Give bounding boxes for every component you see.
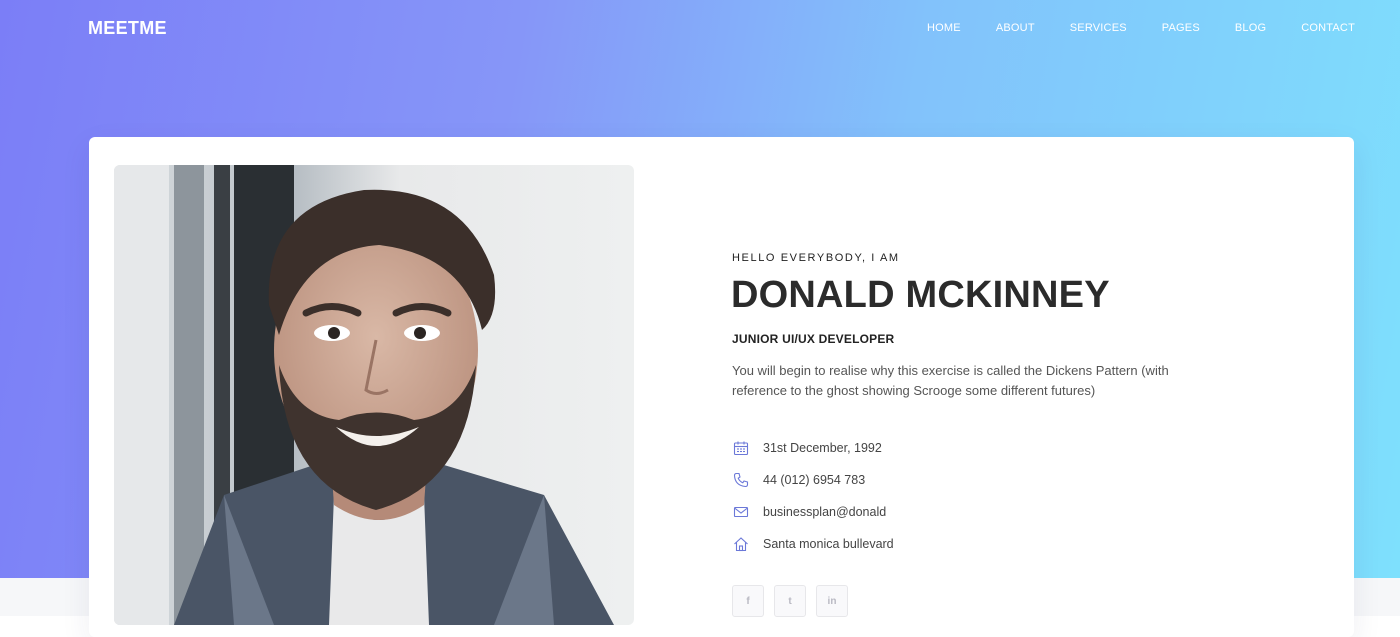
calendar-icon [732,439,750,457]
profile-description: You will begin to realise why this exerc… [732,363,1169,398]
birthday-text: 31st December, 1992 [763,441,882,455]
main-nav: HOME ABOUT SERVICES PAGES BLOG CONTACT [892,22,1355,34]
greeting-text: HELLO EVERYBODY, I AM [732,252,900,264]
email-text: businessplan@donald [763,505,887,519]
info-phone: 44 (012) 6954 783 [732,464,894,496]
profile-role: JUNIOR UI/UX DEVELOPER [732,332,895,346]
profile-photo [114,165,634,625]
info-birthday: 31st December, 1992 [732,432,894,464]
nav-home[interactable]: HOME [927,22,961,34]
phone-text: 44 (012) 6954 783 [763,473,866,487]
info-email: businessplan@donald [732,496,894,528]
info-list: 31st December, 1992 44 (012) 6954 783 bu… [732,432,894,560]
nav-pages[interactable]: PAGES [1162,22,1200,34]
linkedin-icon[interactable]: in [816,585,848,617]
nav-contact[interactable]: CONTACT [1301,22,1355,34]
site-logo[interactable]: MEETME [88,18,167,39]
address-text: Santa monica bullevard [763,537,894,551]
facebook-icon[interactable]: f [732,585,764,617]
phone-icon [732,471,750,489]
info-address: Santa monica bullevard [732,528,894,560]
home-icon [732,535,750,553]
twitter-icon[interactable]: t [774,585,806,617]
nav-blog[interactable]: BLOG [1235,22,1266,34]
profile-name: DONALD MCKINNEY [731,274,1110,316]
nav-services[interactable]: SERVICES [1070,22,1127,34]
nav-about[interactable]: ABOUT [996,22,1035,34]
social-links: f t in [732,585,858,617]
mail-icon [732,503,750,521]
